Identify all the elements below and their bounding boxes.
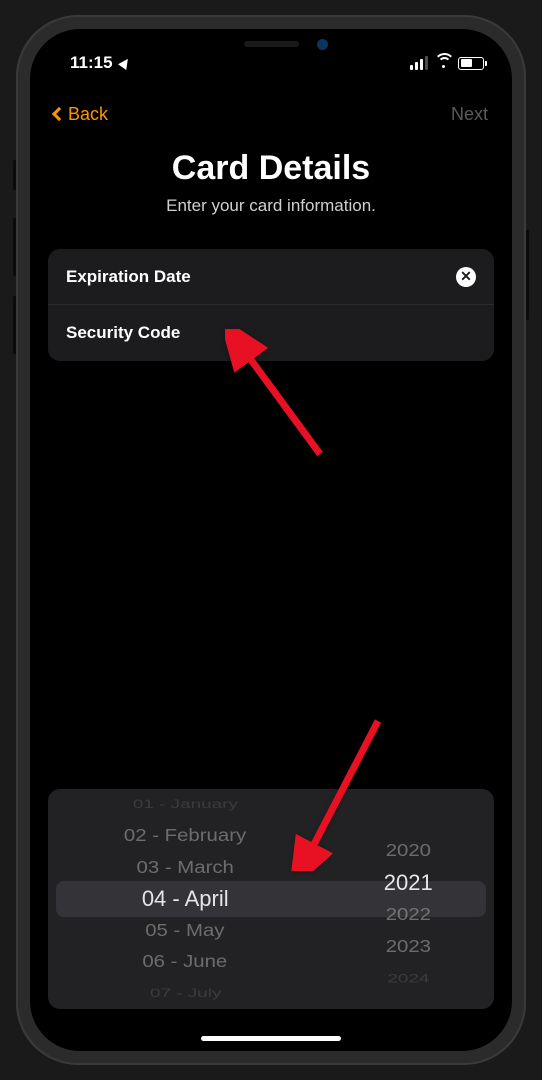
speaker	[244, 41, 299, 47]
status-time: 11:15	[70, 53, 130, 73]
volume-up-button	[13, 218, 16, 276]
location-icon	[118, 56, 132, 70]
picker-year-item[interactable]: 2022	[386, 902, 431, 928]
date-picker[interactable]: 01 - January 02 - February 03 - March 04…	[48, 789, 494, 1009]
back-label: Back	[68, 104, 108, 125]
cellular-icon	[410, 56, 428, 70]
year-picker-column[interactable]: 2020 2021 2022 2023 2024	[322, 789, 494, 1009]
security-label: Security Code	[66, 323, 180, 343]
month-picker-column[interactable]: 01 - January 02 - February 03 - March 04…	[48, 789, 322, 1009]
home-indicator[interactable]	[201, 1036, 341, 1041]
battery-icon	[458, 57, 484, 70]
side-buttons	[13, 160, 16, 354]
picker-year-item[interactable]: 2024	[387, 970, 429, 988]
picker-year-selected[interactable]: 2021	[384, 867, 433, 899]
form-section: Expiration Date ✕ Security Code	[48, 249, 494, 361]
picker-year-item[interactable]: 2023	[386, 934, 431, 960]
time-label: 11:15	[70, 53, 113, 73]
page-subtitle: Enter your card information.	[50, 196, 492, 216]
picker-month-item[interactable]: 03 - March	[137, 855, 234, 881]
next-label: Next	[451, 104, 488, 124]
picker-month-item[interactable]: 06 - June	[143, 949, 228, 975]
header: Card Details Enter your card information…	[30, 149, 512, 216]
chevron-left-icon	[52, 107, 66, 121]
picker-month-item[interactable]: 07 - July	[150, 985, 221, 1002]
page-title: Card Details	[50, 149, 492, 188]
picker-month-item[interactable]: 02 - February	[124, 823, 246, 849]
screen: 11:15 Back Next	[30, 29, 512, 1051]
picker-month-selected[interactable]: 04 - April	[142, 883, 229, 914]
mute-switch	[13, 160, 16, 190]
phone-frame: 11:15 Back Next	[16, 15, 526, 1065]
status-icons	[410, 56, 484, 70]
security-code-field[interactable]: Security Code	[48, 305, 494, 361]
back-button[interactable]: Back	[54, 104, 108, 125]
picker-month-item[interactable]: 01 - January	[133, 796, 238, 813]
expiration-label: Expiration Date	[66, 267, 191, 287]
front-camera	[317, 39, 328, 50]
notch	[166, 29, 376, 59]
next-button[interactable]: Next	[451, 104, 488, 125]
picker-month-item[interactable]: 05 - May	[146, 918, 225, 944]
wifi-icon	[434, 56, 452, 70]
nav-bar: Back Next	[30, 89, 512, 139]
power-button	[526, 230, 529, 320]
volume-down-button	[13, 296, 16, 354]
picker-year-item[interactable]: 2020	[386, 838, 431, 864]
expiration-date-field[interactable]: Expiration Date ✕	[48, 249, 494, 305]
clear-icon[interactable]: ✕	[456, 267, 476, 287]
